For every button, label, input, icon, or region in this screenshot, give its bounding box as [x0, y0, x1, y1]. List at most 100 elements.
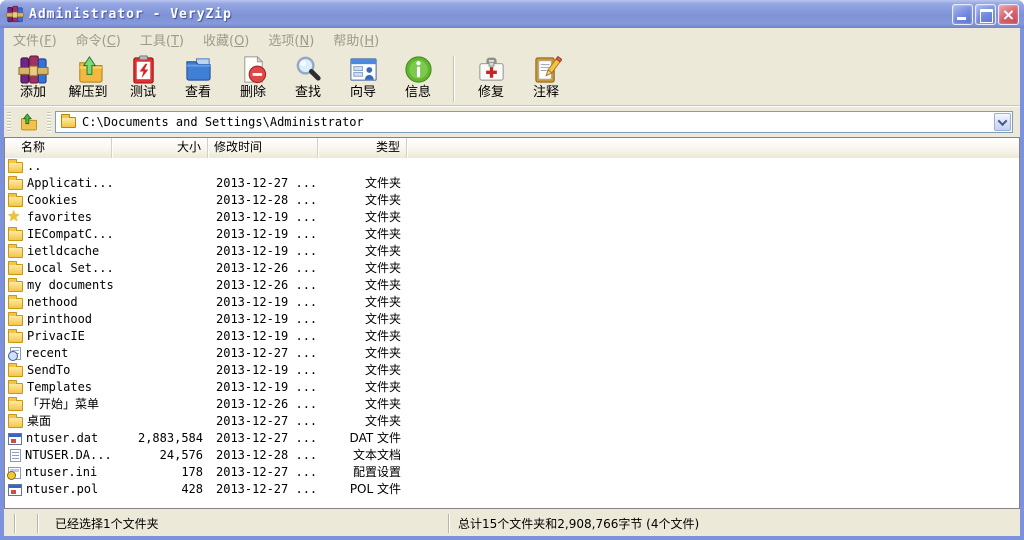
file-name: PrivacIE — [27, 329, 85, 343]
title-bar[interactable]: Administrator - VeryZip — [0, 0, 1024, 28]
toolbar-button-info[interactable]: 信息 — [395, 53, 441, 101]
table-row[interactable]: Local Set... 2013-12-26 ... 文件夹 — [5, 260, 1019, 277]
folder-icon — [8, 192, 23, 207]
sysfile-icon — [8, 484, 22, 496]
minimize-button[interactable] — [952, 3, 973, 25]
folder-icon — [61, 113, 76, 128]
table-row[interactable]: favorites 2013-12-19 ... 文件夹 — [5, 209, 1019, 226]
toolbar-button-comment[interactable]: 注释 — [523, 53, 569, 101]
status-bar: 已经选择1个文件夹 总计15个文件夹和2,908,766字节 (4个文件) — [4, 509, 1020, 536]
file-date: 2013-12-19 ... — [216, 295, 318, 309]
file-name: Templates — [27, 380, 93, 394]
menu-item-file[interactable]: 文件(F) — [13, 30, 57, 49]
maximize-button[interactable] — [975, 3, 996, 25]
folder-icon — [8, 311, 23, 326]
menu-item-options[interactable]: 选项(N) — [268, 30, 314, 49]
file-name: ntuser.ini — [25, 465, 98, 479]
column-header-type[interactable]: 类型 — [318, 138, 407, 158]
file-name: SendTo — [27, 363, 71, 377]
file-name: recent — [25, 346, 69, 360]
table-row[interactable]: NTUSER.DA... 24,576 2013-12-28 ... 文本文档 — [5, 447, 1019, 464]
file-type: 文本文档 — [352, 448, 401, 462]
toolbar-button-wizard[interactable]: 向导 — [340, 53, 386, 101]
table-row[interactable]: ntuser.dat 2,883,584 2013-12-27 ... DAT … — [5, 430, 1019, 447]
toolbar-button-extract[interactable]: 解压到 — [65, 53, 111, 101]
file-name: IECompatC... — [27, 227, 114, 241]
app-icon[interactable] — [6, 5, 24, 23]
find-magnifier-icon — [296, 56, 321, 81]
table-row[interactable]: Cookies 2013-12-28 ... 文件夹 — [5, 192, 1019, 209]
menu-item-commands[interactable]: 命令(C) — [76, 30, 121, 49]
file-date: 2013-12-27 ... — [216, 431, 318, 445]
table-row[interactable]: nethood 2013-12-19 ... 文件夹 — [5, 294, 1019, 311]
table-row[interactable]: my documents 2013-12-26 ... 文件夹 — [5, 277, 1019, 294]
file-date: 2013-12-28 ... — [216, 193, 318, 207]
file-date: 2013-12-19 ... — [216, 329, 318, 343]
menu-item-help[interactable]: 帮助(H) — [333, 30, 379, 49]
close-button[interactable] — [998, 3, 1019, 25]
file-date: 2013-12-27 ... — [216, 346, 318, 360]
file-name: ntuser.pol — [26, 482, 99, 496]
table-row[interactable]: recent 2013-12-27 ... 文件夹 — [5, 345, 1019, 362]
file-rows: .. Applicati... 2013-12-27 ... 文件夹 Cooki… — [5, 158, 1019, 498]
file-type: 文件夹 — [364, 397, 401, 411]
file-type: 文件夹 — [364, 176, 401, 190]
file-name: my documents — [27, 278, 114, 292]
sysfile-icon — [8, 433, 22, 445]
file-name: Applicati... — [27, 176, 114, 190]
toolbar-grip-handle[interactable] — [7, 112, 11, 132]
wizard-window-icon — [349, 58, 377, 81]
inifile-icon — [7, 467, 21, 480]
table-row[interactable]: Applicati... 2013-12-27 ... 文件夹 — [5, 175, 1019, 192]
file-date: 2013-12-26 ... — [216, 278, 318, 292]
toolbar-separator — [453, 56, 455, 102]
file-name: 「开始」菜单 — [27, 397, 100, 411]
table-row[interactable]: SendTo 2013-12-19 ... 文件夹 — [5, 362, 1019, 379]
file-type: 文件夹 — [364, 346, 401, 360]
address-combobox[interactable]: C:\Documents and Settings\Administrator — [55, 111, 1013, 133]
file-type: 文件夹 — [364, 414, 401, 428]
toolbar-button-test[interactable]: 测试 — [120, 53, 166, 101]
file-size: 24,576 — [159, 448, 203, 462]
star-icon — [7, 209, 23, 224]
file-type: 文件夹 — [364, 380, 401, 394]
folder-icon — [8, 294, 23, 309]
file-name: 桌面 — [27, 414, 52, 428]
menu-bar: 文件(F) 命令(C) 工具(T) 收藏(O) 选项(N) 帮助(H) — [4, 28, 1020, 50]
table-row[interactable]: printhood 2013-12-19 ... 文件夹 — [5, 311, 1019, 328]
toolbar-button-delete[interactable]: 删除 — [230, 53, 276, 101]
table-row[interactable]: ntuser.ini 178 2013-12-27 ... 配置设置 — [5, 464, 1019, 481]
add-books-icon — [17, 55, 49, 84]
menu-item-favorites[interactable]: 收藏(O) — [203, 30, 249, 49]
file-date: 2013-12-19 ... — [216, 363, 318, 377]
table-row[interactable]: .. — [5, 158, 1019, 175]
file-type: 文件夹 — [364, 261, 401, 275]
table-row[interactable]: Templates 2013-12-19 ... 文件夹 — [5, 379, 1019, 396]
menu-item-tools[interactable]: 工具(T) — [140, 30, 184, 49]
table-row[interactable]: ntuser.pol 428 2013-12-27 ... POL 文件 — [5, 481, 1019, 498]
comment-clipboard-icon — [534, 55, 562, 83]
file-date: 2013-12-19 ... — [216, 244, 318, 258]
toolbar-button-repair[interactable]: 修复 — [468, 53, 514, 101]
file-name: ntuser.dat — [26, 431, 99, 445]
column-header-size[interactable]: 大小 — [112, 138, 208, 158]
toolbar-button-add[interactable]: 添加 — [10, 53, 56, 101]
app-window: Administrator - VeryZip 文件(F) 命令(C) 工具(T… — [0, 0, 1024, 540]
column-header-date[interactable]: 修改时间 — [208, 138, 318, 158]
toolbar-button-find[interactable]: 查找 — [285, 53, 331, 101]
table-row[interactable]: 「开始」菜单 2013-12-26 ... 文件夹 — [5, 396, 1019, 413]
table-row[interactable]: PrivacIE 2013-12-19 ... 文件夹 — [5, 328, 1019, 345]
file-name: Cookies — [27, 193, 78, 207]
table-row[interactable]: ietldcache 2013-12-19 ... 文件夹 — [5, 243, 1019, 260]
column-header-name[interactable]: 名称 — [5, 138, 112, 158]
table-row[interactable]: 桌面 2013-12-27 ... 文件夹 — [5, 413, 1019, 430]
table-row[interactable]: IECompatC... 2013-12-19 ... 文件夹 — [5, 226, 1019, 243]
addressbar-grip-handle[interactable] — [47, 112, 51, 132]
toolbar-button-view[interactable]: 查看 — [175, 53, 221, 101]
file-name: .. — [27, 159, 42, 173]
up-folder-button[interactable] — [15, 110, 43, 134]
address-dropdown-button[interactable] — [994, 113, 1011, 131]
file-date: 2013-12-28 ... — [216, 448, 318, 462]
folder-icon — [8, 226, 23, 241]
folder-icon — [8, 277, 23, 292]
